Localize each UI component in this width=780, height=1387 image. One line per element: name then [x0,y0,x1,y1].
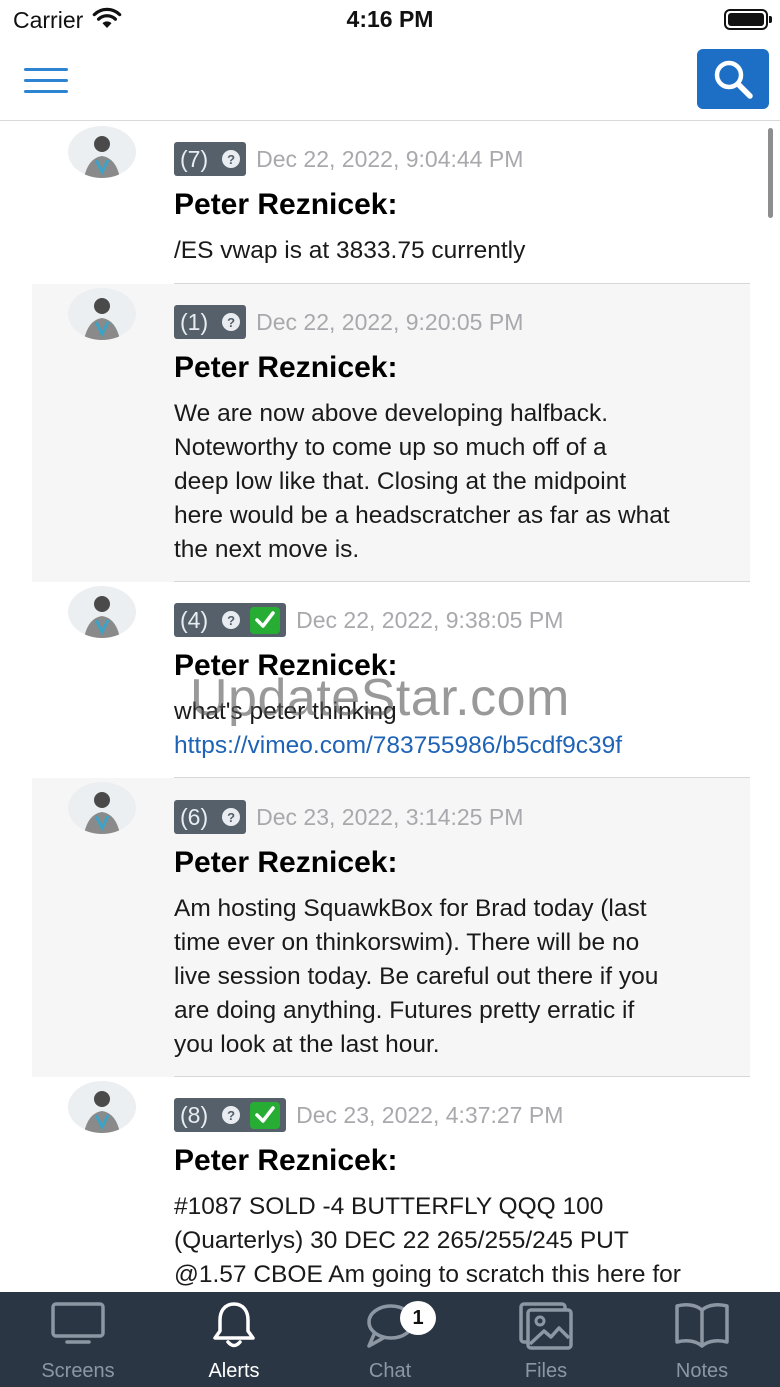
tab-screens[interactable]: Screens [0,1292,156,1387]
message-line: you look at the last hour. [174,1031,440,1058]
search-button[interactable] [697,49,769,109]
monitor-icon [51,1302,105,1344]
tab-label: Files [524,1360,568,1382]
message-line: Am hosting SquawkBox for Brad today (las… [174,895,647,922]
tab-label: Screens [41,1360,115,1382]
message-line: @1.57 CBOE Am going to scratch this here… [174,1261,681,1288]
message-author: Peter Reznicek: [174,846,398,879]
clock: 4:16 PM [346,6,434,32]
avatar-photo [84,792,120,834]
message-line: deep low like that. Closing at the midpo… [174,468,627,495]
navbar [0,40,780,121]
search-icon [714,60,753,99]
message-date: Dec 23, 2022, 4:37:27 PM [296,1101,564,1128]
message-meta: (7)? Dec 22, 2022, 9:04:44 PM [174,142,523,176]
alert-message[interactable]: (6)? Dec 23, 2022, 3:14:25 PM Peter Rezn… [32,778,750,1077]
message-date: Dec 22, 2022, 9:04:44 PM [256,145,524,172]
avatar-photo [84,298,120,340]
message-author: Peter Reznicek: [174,351,398,384]
checkmark-icon [250,606,281,634]
tab-bar: Screens Alerts Chat Files Notes [0,1292,780,1387]
tab-files[interactable]: Files [468,1292,624,1387]
message-line: /ES vwap is at 3833.75 currently [174,237,526,264]
reply-count: (8) [180,1101,209,1128]
message-line: Noteworthy to come up so much off of a [174,434,607,461]
alert-message[interactable]: (7)? Dec 22, 2022, 9:04:44 PM Peter Rezn… [32,122,750,284]
message-date: Dec 22, 2022, 9:20:05 PM [256,308,524,335]
alert-message[interactable]: (8)? Dec 23, 2022, 4:37:27 PM Peter Rezn… [32,1077,750,1292]
question-icon: ? [222,1106,241,1124]
message-body: We are now above developing halfback. No… [174,397,744,567]
message-author: Peter Reznicek: [174,188,398,221]
tab-label: Notes [675,1360,729,1382]
message-meta: (6)? Dec 23, 2022, 3:14:25 PM [174,800,523,834]
avatar [68,782,136,834]
question-icon: ? [222,808,241,826]
reply-count: (4) [180,606,209,633]
book-icon [675,1303,729,1348]
avatar [68,126,136,178]
message-line: (Quarterlys) 30 DEC 22 265/255/245 PUT [174,1227,629,1254]
tab-label: Chat [368,1360,412,1382]
message-line: live session today. Be careful out there… [174,963,659,990]
question-icon: ? [222,313,241,331]
avatar [68,288,136,340]
message-body: #1087 SOLD -4 BUTTERFLY QQQ 100 (Quarter… [174,1190,744,1292]
alert-message[interactable]: (1)? Dec 22, 2022, 9:20:05 PM Peter Rezn… [32,284,750,582]
scrollbar[interactable] [768,128,773,218]
reply-count: (6) [180,803,209,830]
checkmark-icon [250,1101,281,1129]
tab-alerts[interactable]: Alerts [156,1292,312,1387]
message-date: Dec 23, 2022, 3:14:25 PM [256,803,524,830]
question-icon: ? [222,150,241,168]
avatar [68,1081,136,1133]
message-date: Dec 22, 2022, 9:38:05 PM [296,606,564,633]
message-body: Am hosting SquawkBox for Brad today (las… [174,892,744,1062]
message-link[interactable]: https://vimeo.com/783755986/b5cdf9c39f [174,729,744,763]
reply-count-badge[interactable]: (1)? [174,305,247,339]
reply-count-badge[interactable]: (7)? [174,142,247,176]
avatar-photo [84,596,120,638]
avatar [68,586,136,638]
message-line: #1087 SOLD -4 BUTTERFLY QQQ 100 [174,1193,604,1220]
message-meta: (8)? Dec 23, 2022, 4:37:27 PM [174,1098,563,1132]
message-body: /ES vwap is at 3833.75 currently [174,234,744,268]
hamburger-menu-button[interactable] [24,68,68,94]
message-line: We are now above developing halfback. [174,400,609,427]
images-icon [519,1302,573,1350]
reply-count-badge[interactable]: (4)? [174,603,287,637]
reply-count: (7) [180,145,209,172]
message-line: are doing anything. Futures pretty errat… [174,997,635,1024]
message-author: Peter Reznicek: [174,1144,398,1177]
reply-count: (1) [180,308,209,335]
question-icon: ? [222,611,241,629]
chat-unread-badge: 1 [400,1301,436,1335]
avatar-photo [84,136,120,178]
tab-label: Alerts [208,1360,260,1382]
battery-icon [724,9,772,30]
tab-chat[interactable]: Chat [312,1292,468,1387]
message-line: here would be a headscratcher as far as … [174,502,670,529]
message-line: the next move is. [174,536,360,563]
hamburger-icon-bar [24,90,68,93]
message-line: time ever on thinkorswim). There will be… [174,929,640,956]
bell-icon [213,1302,255,1348]
tab-notes[interactable]: Notes [624,1292,780,1387]
hamburger-icon-bar [24,68,68,71]
hamburger-icon-bar [24,79,68,82]
status-bar: Carrier 4:16 PM [0,0,780,40]
watermark: UpdateStar.com [190,669,570,727]
message-meta: (1)? Dec 22, 2022, 9:20:05 PM [174,305,523,339]
reply-count-badge[interactable]: (6)? [174,800,247,834]
avatar-photo [84,1091,120,1133]
reply-count-badge[interactable]: (8)? [174,1098,287,1132]
message-meta: (4)? Dec 22, 2022, 9:38:05 PM [174,603,563,637]
